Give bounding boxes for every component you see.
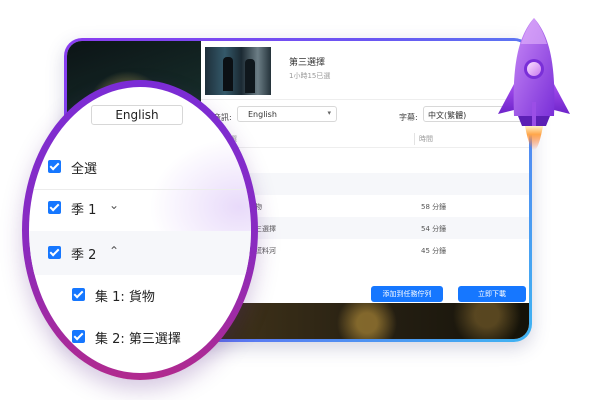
lens-row-select-all[interactable]: 全選 — [29, 145, 251, 190]
header-time: 時間 — [419, 135, 433, 143]
subtitle-label: 字幕: — [399, 113, 418, 122]
zoom-lens: English 全選 季 1 ⌄ 季 2 ⌃ 集 1: 貨物 集 2: 第三選擇 — [22, 80, 258, 380]
lens-audio-select[interactable]: English — [91, 105, 183, 125]
zoom-lens-content: English 全選 季 1 ⌄ 季 2 ⌃ 集 1: 貨物 集 2: 第三選擇 — [29, 87, 251, 373]
checkbox-checked-icon[interactable] — [48, 201, 61, 214]
checkbox-checked-icon[interactable] — [48, 160, 61, 173]
audio-select[interactable]: English ▾ — [237, 106, 337, 122]
divider — [201, 99, 529, 100]
episode-name: 三選擇 — [255, 225, 276, 233]
subtitle-select-value: 中文(繁體) — [428, 111, 467, 120]
checkbox-checked-icon[interactable] — [72, 330, 85, 343]
checkbox-checked-icon[interactable] — [48, 246, 61, 259]
lens-row-season-2[interactable]: 季 2 ⌃ — [29, 231, 251, 275]
download-now-button[interactable]: 立即下載 — [458, 286, 526, 302]
checkbox-checked-icon[interactable] — [72, 288, 85, 301]
lens-row-episode-2[interactable]: 集 2: 第三選擇 — [29, 315, 251, 359]
episode-duration: 54 分鐘 — [421, 225, 447, 233]
episode-thumbnail — [205, 47, 271, 95]
episode-duration: 45 分鐘 — [421, 247, 447, 255]
lens-season-1-label: 季 1 — [71, 203, 97, 218]
audio-select-value: English — [248, 110, 277, 119]
lens-select-all-label: 全選 — [71, 162, 98, 177]
lens-episode-1-label: 集 1: 貨物 — [95, 290, 155, 305]
episode-title: 第三選擇 — [289, 58, 326, 68]
lens-episode-2-label: 集 2: 第三選擇 — [95, 332, 181, 347]
chevron-down-icon[interactable]: ⌄ — [109, 198, 119, 212]
lens-season-2-label: 季 2 — [71, 248, 97, 263]
lens-row-episode-1[interactable]: 集 1: 貨物 — [29, 273, 251, 317]
column-separator — [414, 133, 415, 145]
lens-row-season-1[interactable]: 季 1 ⌄ — [29, 187, 251, 232]
episode-duration: 58 分鐘 — [421, 203, 447, 211]
episode-subtitle: 1小時15已選 — [289, 72, 331, 80]
add-to-queue-button[interactable]: 添加到任務佇列 — [371, 286, 443, 302]
chevron-up-icon[interactable]: ⌃ — [109, 244, 119, 258]
rocket-icon — [498, 18, 570, 150]
episode-name: 謊料河 — [255, 247, 276, 255]
dropdown-caret-icon: ▾ — [327, 109, 331, 117]
